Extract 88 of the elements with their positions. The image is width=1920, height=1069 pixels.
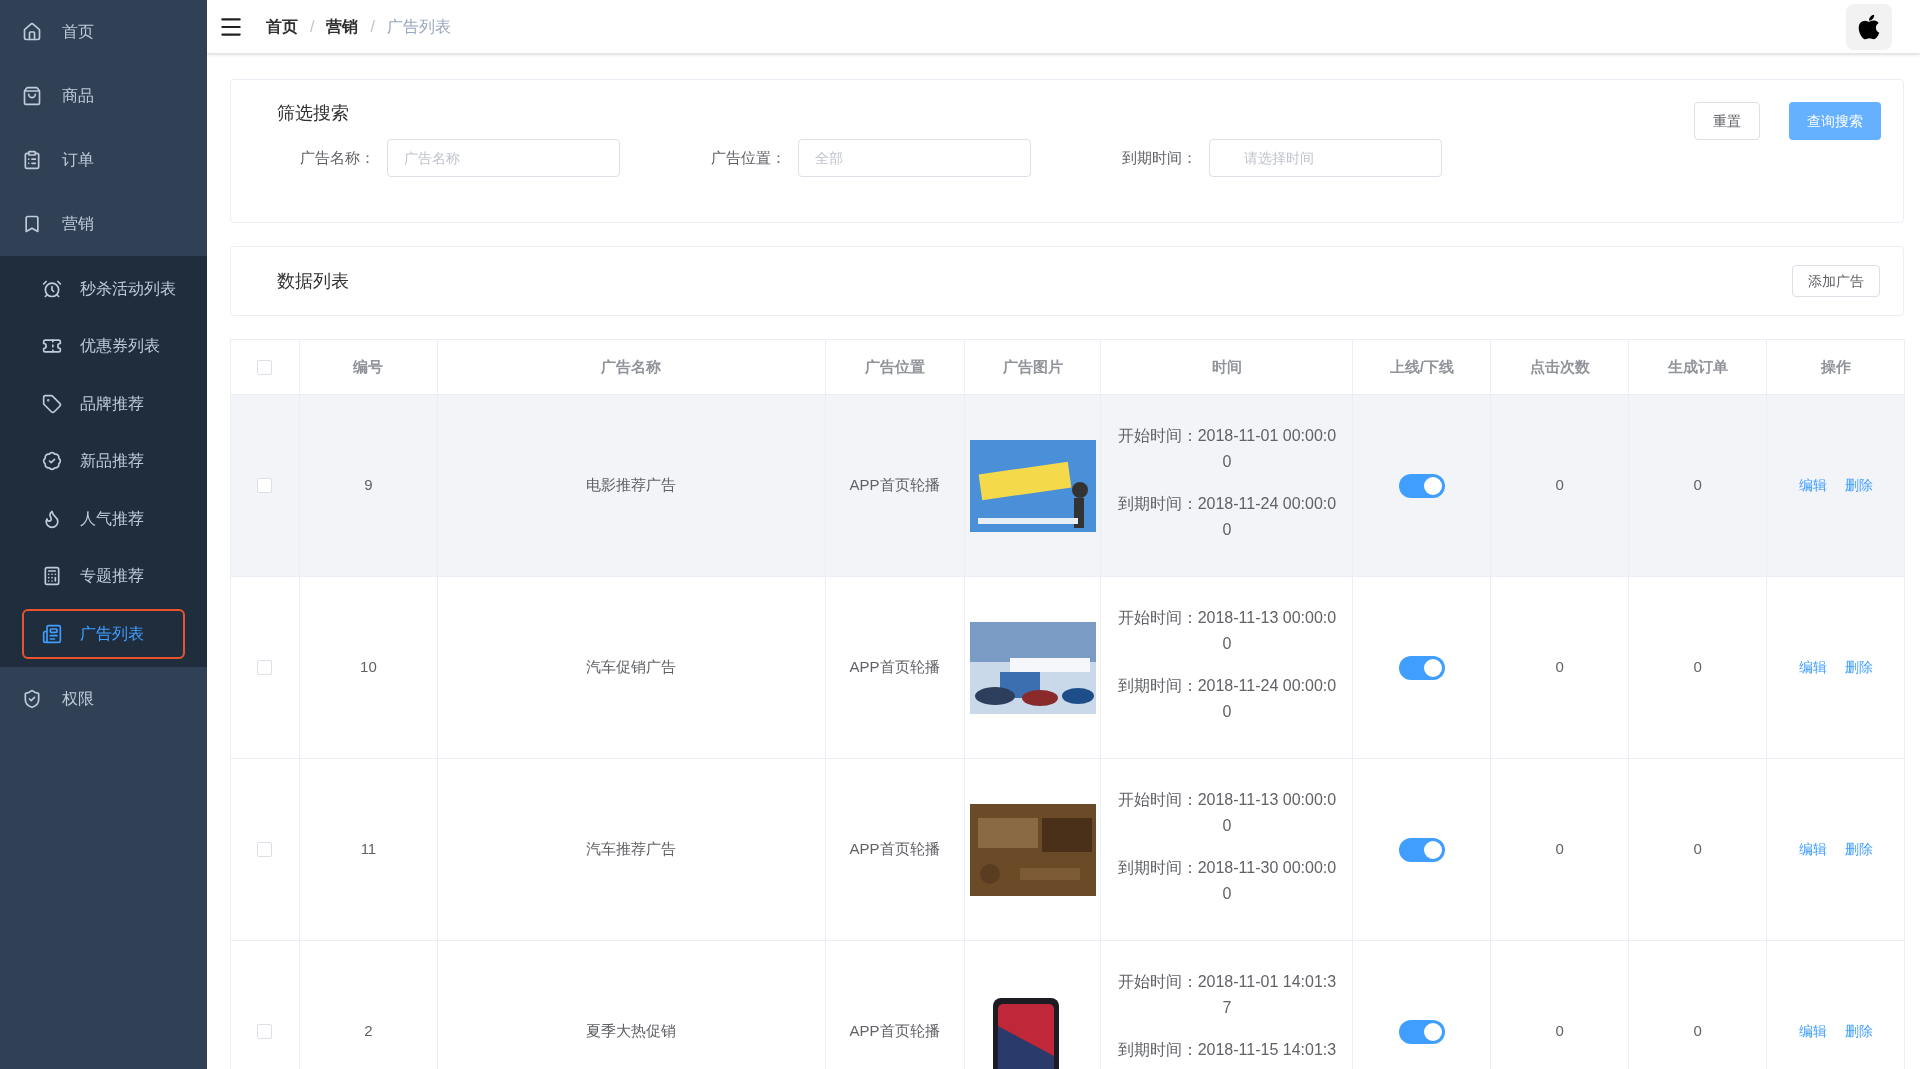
toggle-switch[interactable]	[1398, 473, 1445, 498]
column-header: 广告图片	[1002, 356, 1063, 377]
field-label: 到期时间：	[1121, 147, 1198, 168]
table-cell-text: 0	[1693, 839, 1702, 860]
home-icon	[22, 22, 42, 42]
table-cell-text: 0	[1693, 657, 1702, 678]
table-cell-text: 11	[360, 839, 377, 860]
column-header: 操作	[1820, 356, 1851, 377]
table-cell-text: 汽车促销广告	[586, 657, 677, 678]
sidebar-item[interactable]: 新品推荐	[22, 436, 185, 487]
table-row[interactable]: 9 电影推荐广告 APP首页轮播 开始时间：2018-11-01 00:00:00 到期时间：2018-11-24 00:00:00 0 0 编辑 删除	[231, 395, 1904, 577]
breadcrumb-separator: /	[370, 16, 375, 37]
flame-icon	[42, 508, 62, 529]
toggle-switch[interactable]	[1398, 1019, 1445, 1044]
sidebar-item[interactable]: 订单	[0, 128, 207, 192]
calculator-icon	[42, 566, 62, 587]
column-header: 广告位置	[864, 356, 925, 377]
table-cell-text: 2	[364, 1021, 373, 1042]
column-header: 生成订单	[1667, 356, 1728, 377]
table-row[interactable]: 10 汽车促销广告 APP首页轮播 开始时间：2018-11-13 00:00:00 到期时间：2018-11-24 00:00:00 0 0 编辑 删除	[231, 577, 1904, 759]
checkbox[interactable]	[257, 478, 273, 493]
column-header: 编号	[353, 356, 384, 377]
table-row[interactable]: 11 汽车推荐广告 APP首页轮播 开始时间：2018-11-13 00:00:00 到期时间：2018-11-30 00:00:00 0 0 编辑 删除	[231, 759, 1904, 941]
table-cell-text: 0	[1693, 475, 1702, 496]
table-cell-text: 0	[1555, 839, 1564, 860]
avatar[interactable]	[1846, 3, 1892, 50]
toggle-switch[interactable]	[1398, 655, 1445, 680]
end-time: 到期时间：2018-11-15 14:01:3	[1116, 1040, 1338, 1060]
tag-icon	[42, 393, 62, 414]
table-cell-text: 夏季大热促销	[586, 1021, 677, 1042]
table-cell-text: APP首页轮播	[849, 839, 940, 860]
field-label: 广告位置：	[710, 147, 787, 168]
checkbox[interactable]	[257, 660, 273, 675]
sidebar-item[interactable]: 营销	[0, 192, 207, 256]
breadcrumb-separator: /	[310, 16, 315, 37]
ad-icon	[42, 623, 62, 644]
shield-icon	[22, 688, 42, 709]
start-time: 开始时间：2018-11-01 00:00:00	[1116, 426, 1338, 472]
reset-button[interactable]: 重置	[1694, 102, 1760, 140]
toggle-switch[interactable]	[1398, 837, 1445, 862]
table-cell-text: 0	[1693, 1021, 1702, 1042]
add-ad-button[interactable]: 添加广告	[1792, 265, 1880, 297]
checkbox[interactable]	[257, 1024, 273, 1039]
table-cell-text: 电影推荐广告	[586, 475, 677, 496]
end-time: 到期时间：2018-11-24 00:00:00	[1116, 676, 1338, 722]
table-cell-text: 0	[1555, 1021, 1564, 1042]
field-label: 广告名称：	[299, 147, 376, 168]
breadcrumb-link[interactable]: 首页	[266, 14, 298, 39]
table-cell-text: 10	[360, 657, 377, 678]
table-cell-text: 9	[364, 475, 373, 496]
sidebar-item[interactable]: 商品	[0, 64, 207, 128]
table-cell-text: APP首页轮播	[849, 1021, 940, 1042]
sidebar-item[interactable]: 首页	[0, 0, 207, 64]
column-header: 时间	[1211, 356, 1242, 377]
sidebar-item[interactable]: 广告列表	[22, 608, 185, 659]
sidebar-item[interactable]: 专题推荐	[22, 551, 185, 602]
bookmark-icon	[22, 214, 42, 234]
column-header: 广告名称	[601, 356, 662, 377]
start-time: 开始时间：2018-11-01 14:01:37	[1116, 972, 1338, 1018]
start-time: 开始时间：2018-11-13 00:00:00	[1116, 608, 1338, 654]
sidebar-item[interactable]: 品牌推荐	[22, 378, 185, 429]
section-title: 筛选搜索	[277, 102, 350, 125]
alarm-clock-icon	[42, 278, 62, 299]
badge-icon	[42, 451, 62, 472]
input-field[interactable]: 广告名称	[387, 139, 620, 177]
sidebar-item[interactable]: 优惠券列表	[22, 321, 185, 372]
breadcrumb-current: 广告列表	[386, 16, 451, 37]
input-field[interactable]: 请选择时间	[1209, 139, 1442, 177]
bag-icon	[22, 86, 42, 106]
column-header: 上线/下线	[1389, 356, 1454, 377]
checkbox[interactable]	[257, 359, 273, 375]
end-time: 到期时间：2018-11-30 00:00:00	[1116, 858, 1338, 904]
table-cell-text: 汽车推荐广告	[586, 839, 677, 860]
table-cell-text: APP首页轮播	[849, 657, 940, 678]
sidebar-item[interactable]: 权限	[0, 666, 207, 731]
section-title: 数据列表	[277, 269, 349, 293]
breadcrumb-link[interactable]: 营销	[326, 14, 359, 39]
input-field[interactable]: 全部	[798, 139, 1031, 177]
sidebar-item[interactable]: 秒杀活动列表	[22, 263, 185, 314]
sidebar-item[interactable]: 人气推荐	[22, 493, 185, 544]
column-header: 点击次数	[1529, 356, 1590, 377]
clipboard-icon	[22, 150, 42, 170]
start-time: 开始时间：2018-11-13 00:00:00	[1116, 790, 1338, 836]
checkbox[interactable]	[257, 842, 273, 857]
end-time: 到期时间：2018-11-24 00:00:00	[1116, 494, 1338, 540]
table-cell-text: APP首页轮播	[849, 475, 940, 496]
table-cell-text: 0	[1555, 657, 1564, 678]
table-cell-text: 0	[1555, 475, 1564, 496]
